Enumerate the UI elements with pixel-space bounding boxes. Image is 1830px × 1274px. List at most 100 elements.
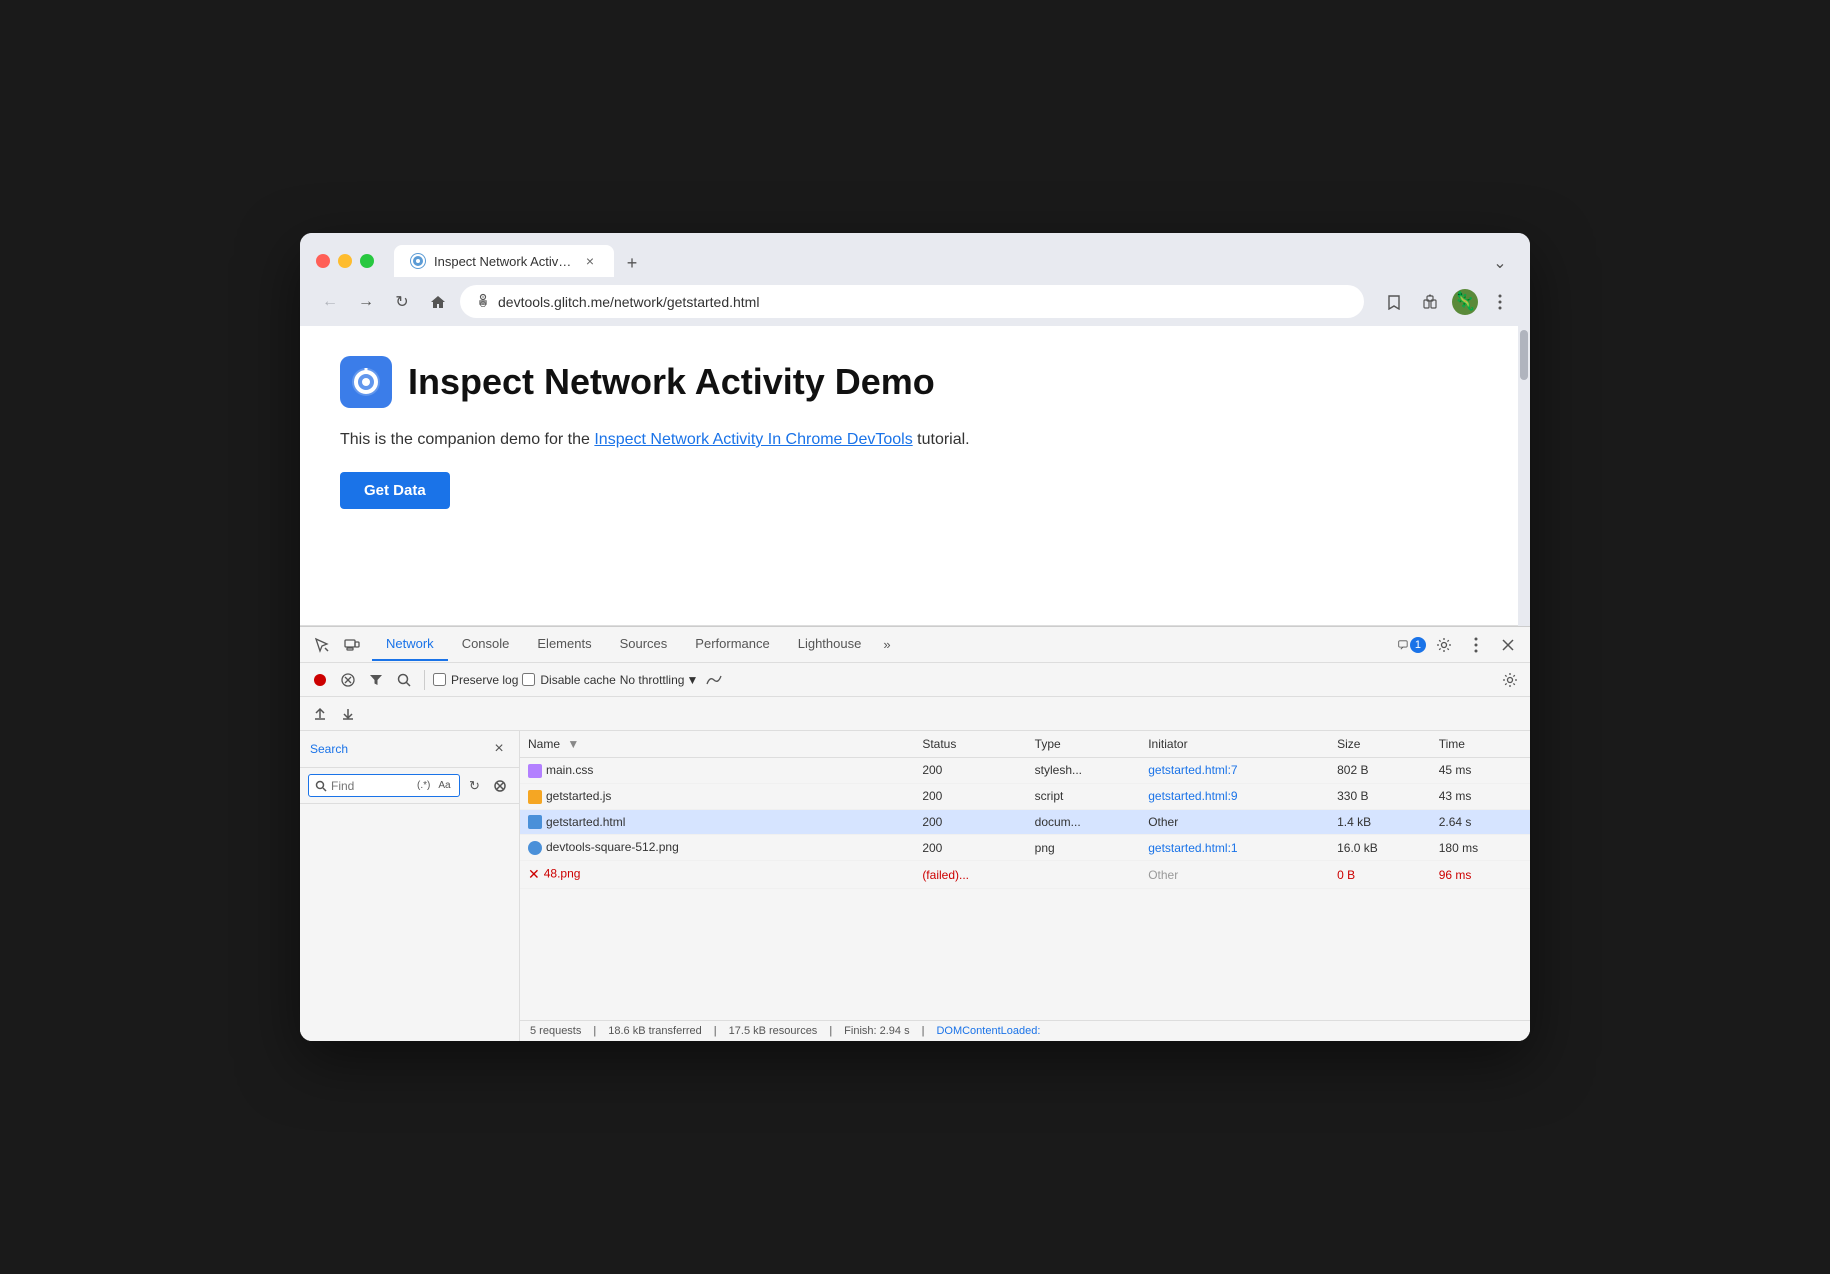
search-input[interactable] [331, 779, 411, 793]
search-input-row: (.*) Aa ↻ [300, 768, 519, 804]
reload-button[interactable]: ↻ [388, 288, 416, 316]
minimize-button[interactable] [338, 254, 352, 268]
network-conditions-button[interactable] [702, 668, 726, 692]
col-type[interactable]: Type [1027, 731, 1141, 758]
tab-sources[interactable]: Sources [606, 628, 682, 661]
status-transferred: 18.6 kB transferred [608, 1025, 702, 1037]
subtitle-suffix: tutorial. [913, 431, 970, 448]
tab-console[interactable]: Console [448, 628, 524, 661]
cell-size: 1.4 kB [1329, 809, 1431, 835]
traffic-lights [316, 254, 374, 268]
col-name[interactable]: Name ▼ [520, 731, 914, 758]
tab-elements[interactable]: Elements [523, 628, 605, 661]
chat-button[interactable]: 1 [1398, 631, 1426, 659]
regex-button[interactable]: (.*) [415, 778, 432, 793]
cell-initiator: Other [1140, 809, 1329, 835]
scrollbar-track[interactable] [1518, 326, 1530, 626]
url-security-icon: ⊙ [476, 293, 490, 310]
network-table: Name ▼ Status Type Initiator Size Time [520, 731, 1530, 1020]
url-bar[interactable]: ⊙ devtools.glitch.me/network/getstarted.… [460, 285, 1364, 318]
network-settings-button[interactable] [1498, 668, 1522, 692]
preserve-log-checkbox[interactable] [433, 673, 446, 686]
inspect-element-button[interactable] [308, 631, 336, 659]
new-tab-button[interactable]: + [618, 249, 646, 277]
search-icon [315, 780, 327, 792]
table-header-row: Name ▼ Status Type Initiator Size Time [520, 731, 1530, 758]
table-row[interactable]: getstarted.js200scriptgetstarted.html:93… [520, 783, 1530, 809]
dom-content-loaded-link[interactable]: DOMContentLoaded: [936, 1025, 1040, 1037]
status-resources: 17.5 kB resources [729, 1025, 818, 1037]
cell-size: 330 B [1329, 783, 1431, 809]
cell-name: main.css [520, 758, 914, 784]
devtools-status-bar: 5 requests | 18.6 kB transferred | 17.5 … [520, 1020, 1530, 1041]
throttling-select[interactable]: No throttling ▼ [620, 673, 699, 687]
table-row[interactable]: getstarted.html200docum...Other1.4 kB2.6… [520, 809, 1530, 835]
active-tab[interactable]: Inspect Network Activity Dem × [394, 245, 614, 277]
col-initiator[interactable]: Initiator [1140, 731, 1329, 758]
search-close-button[interactable]: × [489, 739, 509, 759]
upload-button[interactable] [308, 702, 332, 726]
avatar[interactable]: 🦎 [1452, 289, 1478, 315]
bookmark-button[interactable] [1380, 288, 1408, 316]
tab-close-button[interactable]: × [582, 253, 598, 269]
device-toggle-button[interactable] [338, 631, 366, 659]
record-button[interactable] [308, 668, 332, 692]
cell-status: (failed)... [914, 861, 1026, 889]
cell-size: 16.0 kB [1329, 835, 1431, 861]
devtools-tabs: Network Console Elements Sources Perform… [372, 628, 1396, 661]
cell-time: 96 ms [1431, 861, 1530, 889]
tab-dropdown-button[interactable]: ⌄ [1486, 249, 1514, 277]
maximize-button[interactable] [360, 254, 374, 268]
tab-network[interactable]: Network [372, 628, 448, 661]
table-row[interactable]: ✕48.png(failed)...Other0 B96 ms [520, 861, 1530, 889]
table-row[interactable]: devtools-square-512.png200pnggetstarted.… [520, 835, 1530, 861]
search-button[interactable] [392, 668, 416, 692]
more-tabs-button[interactable]: » [875, 629, 898, 660]
disable-cache-checkbox[interactable] [522, 673, 535, 686]
search-input-wrapper[interactable]: (.*) Aa [308, 774, 460, 797]
get-data-button[interactable]: Get Data [340, 472, 450, 509]
forward-button[interactable]: → [352, 288, 380, 316]
initiator-link[interactable]: getstarted.html:7 [1148, 763, 1237, 777]
devtools-close-button[interactable] [1494, 631, 1522, 659]
close-button[interactable] [316, 254, 330, 268]
devtools-settings-button[interactable] [1430, 631, 1458, 659]
cell-status: 200 [914, 758, 1026, 784]
tab-lighthouse[interactable]: Lighthouse [784, 628, 876, 661]
filter-button[interactable] [364, 668, 388, 692]
address-bar: ← → ↻ ⊙ devtools.glitch.me/network/getst… [300, 277, 1530, 326]
status-divider-4: | [922, 1025, 925, 1037]
col-size[interactable]: Size [1329, 731, 1431, 758]
cell-initiator: getstarted.html:1 [1140, 835, 1329, 861]
cell-name: getstarted.js [520, 783, 914, 809]
initiator-link[interactable]: getstarted.html:9 [1148, 789, 1237, 803]
devtools-main-toolbar: Network Console Elements Sources Perform… [300, 627, 1530, 663]
clear-button[interactable] [336, 668, 360, 692]
browser-menu-button[interactable] [1486, 288, 1514, 316]
initiator-link[interactable]: getstarted.html:1 [1148, 841, 1237, 855]
download-button[interactable] [336, 702, 360, 726]
table-row[interactable]: main.css200stylesh...getstarted.html:780… [520, 758, 1530, 784]
cell-name: devtools-square-512.png [520, 835, 914, 861]
cell-time: 45 ms [1431, 758, 1530, 784]
search-refresh-button[interactable]: ↻ [464, 775, 486, 797]
col-time[interactable]: Time [1431, 731, 1530, 758]
scrollbar-thumb[interactable] [1520, 330, 1528, 380]
status-divider-3: | [829, 1025, 832, 1037]
devtools-tutorial-link[interactable]: Inspect Network Activity In Chrome DevTo… [594, 431, 912, 448]
home-button[interactable] [424, 288, 452, 316]
tab-performance[interactable]: Performance [681, 628, 783, 661]
cell-time: 43 ms [1431, 783, 1530, 809]
col-status[interactable]: Status [914, 731, 1026, 758]
case-sensitive-button[interactable]: Aa [436, 778, 452, 793]
preserve-log-label[interactable]: Preserve log [433, 673, 518, 687]
disable-cache-label[interactable]: Disable cache [522, 673, 615, 687]
tab-title: Inspect Network Activity Dem [434, 254, 574, 269]
devtools-more-button[interactable] [1462, 631, 1490, 659]
back-button[interactable]: ← [316, 288, 344, 316]
cell-name: getstarted.html [520, 809, 914, 835]
extension-button[interactable] [1416, 288, 1444, 316]
search-clear-button[interactable] [489, 775, 511, 797]
svg-text:⊙: ⊙ [479, 299, 487, 307]
cell-initiator: Other [1140, 861, 1329, 889]
